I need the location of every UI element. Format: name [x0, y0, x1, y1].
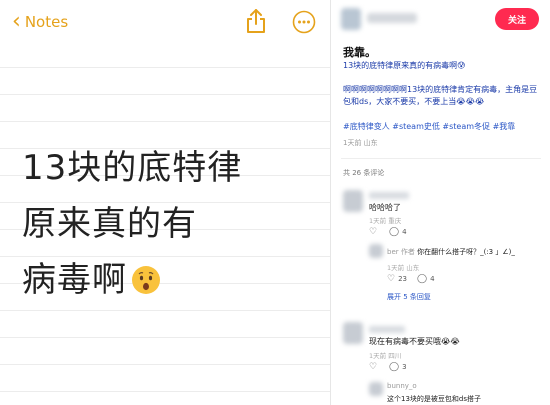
- heart-icon: ♡: [369, 362, 378, 372]
- comment-text: 这个13块的是被豆包和ds搭子: [387, 395, 481, 403]
- avatar[interactable]: [343, 190, 363, 212]
- like-button[interactable]: ♡ 23: [387, 274, 407, 284]
- post-line-2: 啊啊啊啊啊啊啊啊13块的底特律肯定有病毒，主角是豆包和ds，大家不要买，不要上当…: [343, 85, 538, 106]
- like-button[interactable]: ♡: [369, 362, 380, 372]
- notes-panel: ‹ Notes 13块的底特律 原来真的有 病毒啊: [0, 0, 330, 405]
- note-line: 13块的底特律: [22, 148, 243, 188]
- author-avatar[interactable]: [341, 8, 361, 30]
- notes-back-button[interactable]: ‹ Notes: [12, 9, 69, 34]
- notes-back-label: Notes: [24, 13, 69, 31]
- commenter-name-blurred: [369, 326, 405, 333]
- ellipsis-circle-icon[interactable]: [292, 10, 316, 34]
- comment-time: 1天前 重庆: [369, 217, 402, 225]
- commenter-name: bunny_o: [387, 382, 417, 390]
- post-title: 我靠。: [343, 46, 376, 59]
- post-tags[interactable]: #底特律变人 #steam史低 #steam冬促 #我靠: [343, 121, 543, 132]
- note-line: 原来真的有: [22, 204, 197, 244]
- post-panel: 关注 我靠。 13块的底特律原来真的有病毒啊😰 啊啊啊啊啊啊啊啊13块的底特律肯…: [331, 0, 550, 405]
- heart-icon: ♡: [369, 227, 378, 237]
- worried-face-emoji: [132, 266, 160, 294]
- reply-button[interactable]: ◯ 3: [389, 362, 407, 372]
- comment-time: 1天前 四川: [369, 352, 402, 360]
- post-line-1: 13块的底特律原来真的有病毒啊😰: [343, 61, 466, 70]
- expand-replies-link[interactable]: 展开 5 条回复: [387, 292, 431, 302]
- comment-text: 哈哈哈了: [369, 203, 401, 212]
- comment-bubble-icon: ◯: [417, 274, 428, 284]
- note-line: 病毒啊: [22, 252, 322, 308]
- comment-text: 现在有病毒不要买哦😭😭: [369, 337, 460, 346]
- comment-bubble-icon: ◯: [389, 362, 400, 372]
- comment-text: ber 作者 你在翻什么搭子呀？_(:3 」∠)_: [387, 248, 515, 256]
- avatar[interactable]: [343, 322, 363, 344]
- like-button[interactable]: ♡: [369, 227, 380, 237]
- author-name-blurred: [367, 13, 417, 23]
- reply-button[interactable]: ◯ 4: [389, 227, 407, 237]
- divider: [341, 158, 541, 159]
- comment-bubble-icon: ◯: [389, 227, 400, 237]
- note-content[interactable]: 13块的底特律 原来真的有 病毒啊: [22, 140, 322, 308]
- comment-count: 共 26 条评论: [343, 169, 385, 177]
- heart-icon: ♡: [387, 274, 396, 284]
- post-meta: 1天前 山东: [343, 139, 378, 147]
- avatar[interactable]: [369, 382, 383, 396]
- commenter-name-blurred: [369, 192, 409, 199]
- comment-time: 1天前 山东: [387, 264, 420, 272]
- avatar[interactable]: [369, 244, 383, 258]
- follow-button[interactable]: 关注: [495, 8, 539, 30]
- notes-toolbar: ‹ Notes: [0, 0, 330, 44]
- share-icon[interactable]: [245, 8, 267, 34]
- chevron-left-icon: ‹: [12, 9, 21, 34]
- reply-button[interactable]: ◯ 4: [417, 274, 435, 284]
